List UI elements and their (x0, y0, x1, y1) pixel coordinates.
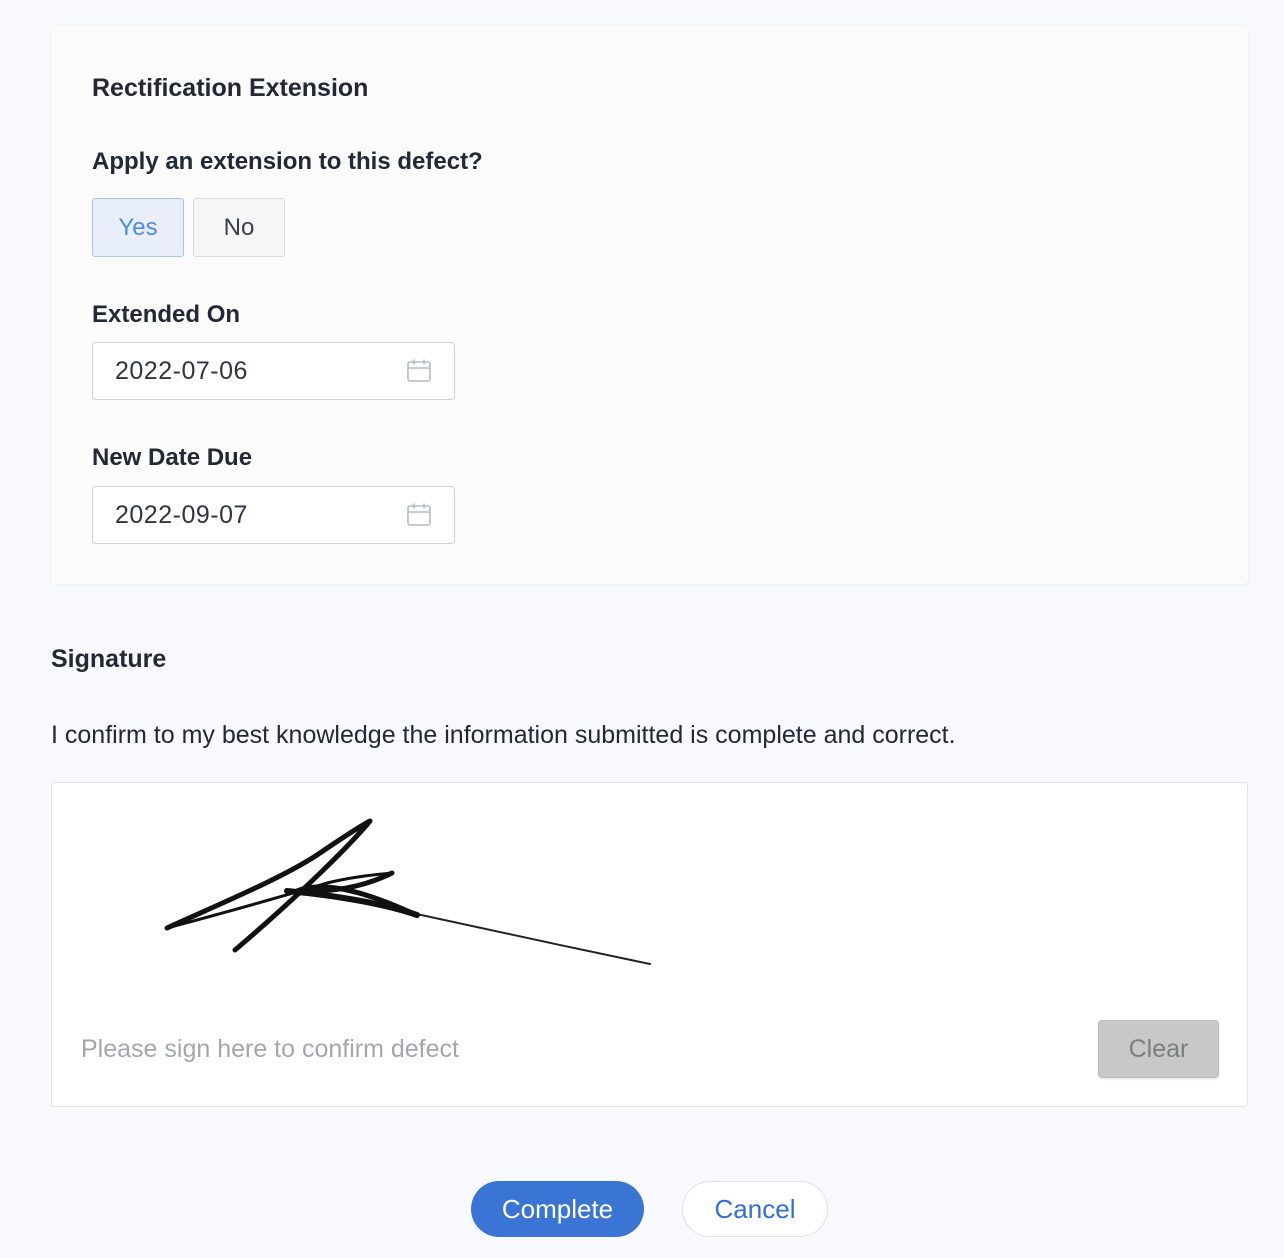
rectification-extension-card: Rectification Extension Apply an extensi… (51, 26, 1248, 584)
yes-button[interactable]: Yes (92, 198, 184, 257)
calendar-icon[interactable] (406, 358, 432, 384)
complete-button[interactable]: Complete (471, 1181, 644, 1237)
calendar-icon[interactable] (406, 502, 432, 528)
new-date-due-label: New Date Due (92, 444, 253, 471)
signature-title: Signature (51, 645, 167, 673)
extension-question: Apply an extension to this defect? (92, 148, 483, 175)
extended-on-date-input[interactable]: 2022-07-06 (92, 342, 455, 400)
signature-pad[interactable]: Please sign here to confirm defect Clear (51, 782, 1248, 1107)
cancel-button[interactable]: Cancel (682, 1181, 828, 1237)
clear-button[interactable]: Clear (1098, 1020, 1219, 1078)
new-date-due-date-input[interactable]: 2022-09-07 (92, 486, 455, 544)
extended-on-value: 2022-07-06 (115, 356, 248, 385)
new-date-due-value: 2022-09-07 (115, 500, 248, 529)
signature-statement: I confirm to my best knowledge the infor… (51, 721, 956, 749)
section-title: Rectification Extension (92, 74, 369, 102)
extended-on-label: Extended On (92, 301, 241, 328)
signature-placeholder: Please sign here to confirm defect (81, 1035, 459, 1063)
signature-drawing (164, 818, 651, 965)
no-button[interactable]: No (193, 198, 285, 257)
